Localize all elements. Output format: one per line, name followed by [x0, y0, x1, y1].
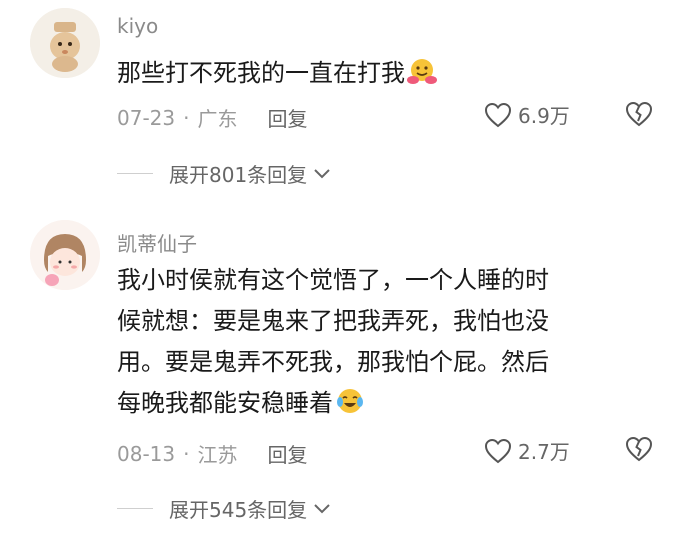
- reply-button[interactable]: 回复: [267, 103, 307, 132]
- comment-text-content: 那些打不死我的一直在打我: [117, 59, 405, 87]
- chevron-down-icon: [314, 168, 330, 178]
- expand-replies-label: 展开801条回复: [169, 163, 308, 187]
- avatar-cat-illustration: [30, 8, 100, 78]
- expand-replies-button[interactable]: 展开801条回复: [117, 159, 331, 188]
- comment-date: 08-13: [117, 441, 176, 466]
- avatar[interactable]: [30, 220, 100, 290]
- username[interactable]: 凯蒂仙子: [117, 228, 197, 257]
- comment-text: 我小时侯就有这个觉悟了，一个人睡的时 候就想：要是鬼来了把我弄死，我怕也没 用。…: [117, 260, 662, 424]
- username[interactable]: kiyo: [117, 14, 158, 38]
- broken-heart-icon: [625, 101, 653, 127]
- divider-line: [117, 173, 153, 174]
- expand-replies-button[interactable]: 展开545条回复: [117, 494, 331, 523]
- expand-replies-label: 展开545条回复: [169, 498, 308, 522]
- avatar[interactable]: [30, 8, 100, 78]
- meta-separator: ·: [183, 105, 190, 130]
- comment-meta: 08-13 · 江苏 回复: [117, 439, 307, 468]
- heart-icon: [484, 102, 512, 127]
- comment-text: 那些打不死我的一直在打我: [117, 54, 662, 92]
- comment-item: kiyo 那些打不死我的一直在打我 07-23 · 广东 回复 6.9万 展开8…: [0, 0, 690, 200]
- like-button[interactable]: 6.9万: [484, 100, 570, 129]
- comment-text-content: 我小时侯就有这个觉悟了，一个人睡的时 候就想：要是鬼来了把我弄死，我怕也没 用。…: [117, 266, 549, 417]
- meta-separator: ·: [183, 441, 190, 466]
- comment-location: 江苏: [197, 443, 238, 467]
- dislike-button[interactable]: [624, 435, 654, 467]
- comment-location: 广东: [197, 107, 238, 131]
- like-count: 2.7万: [518, 440, 570, 464]
- chevron-down-icon: [314, 503, 330, 513]
- like-button[interactable]: 2.7万: [484, 436, 570, 465]
- like-count: 6.9万: [518, 104, 570, 128]
- comment-date: 07-23: [117, 105, 176, 130]
- dislike-button[interactable]: [624, 100, 654, 132]
- heart-icon: [484, 438, 512, 463]
- comment-meta: 07-23 · 广东 回复: [117, 103, 307, 132]
- divider-line: [117, 508, 153, 509]
- comment-item: 凯蒂仙子 我小时侯就有这个觉悟了，一个人睡的时 候就想：要是鬼来了把我弄死，我怕…: [0, 210, 690, 539]
- hugging-face-emoji: [407, 59, 437, 84]
- reply-button[interactable]: 回复: [267, 439, 307, 468]
- broken-heart-icon: [625, 436, 653, 462]
- avatar-girl-illustration: [30, 220, 100, 290]
- crying-laughing-emoji: [337, 389, 363, 413]
